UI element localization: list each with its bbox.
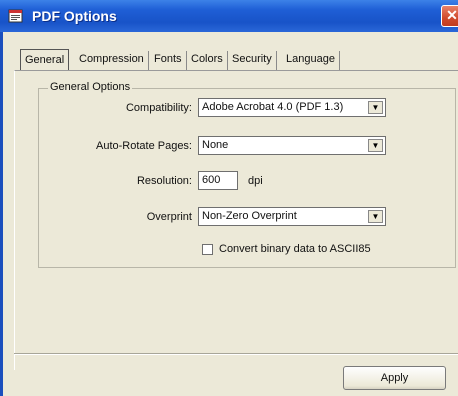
overprint-select[interactable]: Non-Zero Overprint ▼ — [198, 207, 386, 226]
overprint-value: Non-Zero Overprint — [202, 210, 297, 222]
resolution-input[interactable]: 600 — [198, 171, 238, 190]
auto-rotate-select[interactable]: None ▼ — [198, 136, 386, 155]
overprint-label: Overprint — [146, 211, 192, 223]
title-bar[interactable]: PDF Options ✕ — [0, 0, 458, 32]
chevron-down-icon[interactable]: ▼ — [368, 210, 383, 223]
compatibility-value: Adobe Acrobat 4.0 (PDF 1.3) — [202, 101, 344, 113]
pdf-document-icon — [8, 9, 23, 23]
compatibility-label: Compatibility: — [125, 102, 192, 114]
resolution-label: Resolution: — [136, 175, 192, 187]
ascii85-checkbox[interactable] — [202, 244, 213, 255]
tab-colors[interactable]: Colors — [187, 51, 228, 70]
chevron-down-icon[interactable]: ▼ — [368, 139, 383, 152]
auto-rotate-label: Auto-Rotate Pages: — [95, 140, 192, 152]
compatibility-select[interactable]: Adobe Acrobat 4.0 (PDF 1.3) ▼ — [198, 98, 386, 117]
tab-compression[interactable]: Compression — [75, 51, 149, 70]
tab-fonts[interactable]: Fonts — [150, 51, 187, 70]
group-legend: General Options — [48, 81, 133, 93]
close-button[interactable]: ✕ — [441, 5, 458, 27]
window-frame — [0, 32, 3, 396]
footer-divider — [14, 353, 458, 355]
resolution-unit: dpi — [248, 175, 263, 187]
tab-security[interactable]: Security — [228, 51, 277, 70]
tab-language[interactable]: Language — [282, 51, 340, 70]
apply-button[interactable]: Apply — [343, 366, 446, 390]
tab-general[interactable]: General — [20, 49, 70, 71]
ascii85-label[interactable]: Convert binary data to ASCII85 — [219, 243, 371, 255]
auto-rotate-value: None — [202, 139, 229, 151]
window-title: PDF Options — [32, 8, 117, 24]
chevron-down-icon[interactable]: ▼ — [368, 101, 383, 114]
